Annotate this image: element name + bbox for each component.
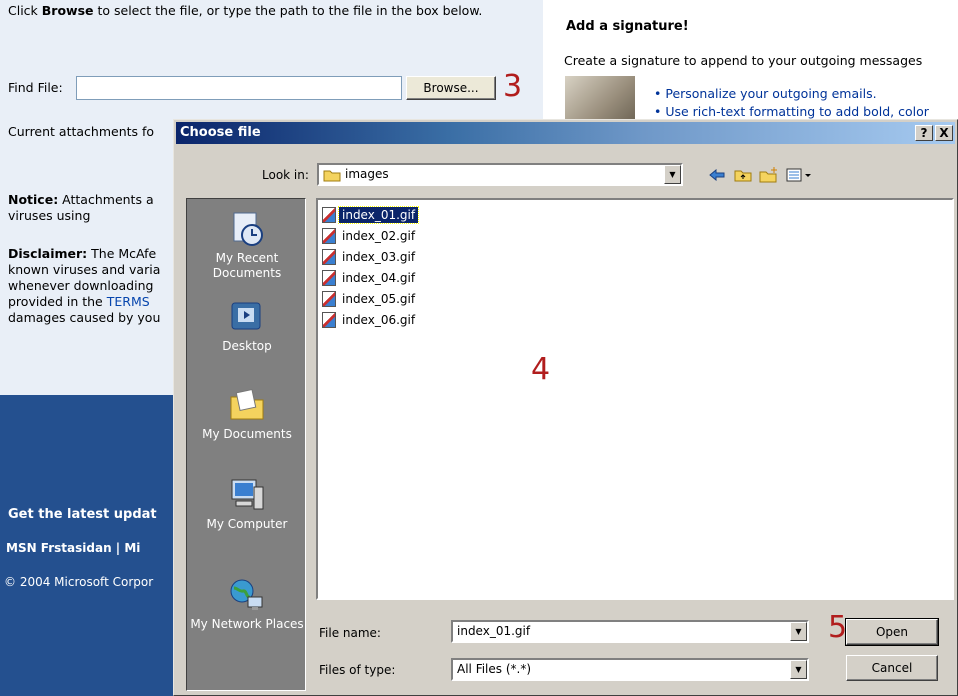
gif-file-icon	[322, 312, 336, 328]
files-of-type-dropdown[interactable]: All Files (*.*) ▼	[451, 658, 809, 681]
clock-icon	[228, 211, 266, 247]
signature-title: Add a signature!	[566, 19, 689, 34]
close-button[interactable]: X	[935, 125, 953, 141]
file-item[interactable]: index_01.gif	[322, 205, 420, 225]
chevron-down-icon[interactable]: ▼	[790, 622, 807, 641]
disclaimer-line2: known viruses and varia	[8, 262, 161, 277]
callout-step-4: 4	[531, 352, 551, 387]
gif-file-icon	[322, 270, 336, 286]
look-in-label: Look in:	[262, 168, 309, 182]
dialog-title: Choose file	[180, 125, 261, 140]
file-item[interactable]: index_02.gif	[322, 226, 418, 246]
chevron-down-icon[interactable]: ▼	[664, 165, 681, 184]
places-desktop[interactable]: Desktop	[187, 299, 307, 354]
signature-promo-image	[565, 76, 635, 122]
callout-step-5: 5	[828, 610, 848, 645]
file-item[interactable]: index_04.gif	[322, 268, 418, 288]
open-button[interactable]: Open	[845, 618, 939, 646]
file-item[interactable]: index_05.gif	[322, 289, 418, 309]
desktop-icon	[228, 299, 266, 335]
attach-instructions: Click Browse to select the file, or type…	[8, 3, 483, 18]
terms-link[interactable]: TERMS	[107, 294, 150, 309]
cancel-button[interactable]: Cancel	[846, 655, 938, 681]
folder-icon	[323, 168, 341, 185]
places-my-network-places[interactable]: My Network Places	[187, 577, 307, 632]
file-name-input[interactable]: index_01.gif ▼	[451, 620, 809, 643]
choose-file-dialog: Choose file ? X Look in: images ▼ My Rec…	[173, 119, 958, 696]
file-name-label: File name:	[319, 626, 381, 640]
files-of-type-label: Files of type:	[319, 663, 396, 677]
up-folder-icon[interactable]	[732, 164, 754, 186]
signature-subtitle: Create a signature to append to your out…	[564, 53, 923, 68]
places-my-computer[interactable]: My Computer	[187, 477, 307, 532]
places-bar: My Recent Documents Desktop My Documents…	[186, 198, 306, 691]
documents-folder-icon	[228, 387, 266, 423]
places-recent-documents[interactable]: My Recent Documents	[187, 211, 307, 281]
signature-bullet[interactable]: • Personalize your outgoing emails.	[654, 86, 877, 101]
footer-updates-link[interactable]: Get the latest updat	[8, 507, 157, 522]
current-attachments-label: Current attachments fo	[8, 124, 155, 139]
file-list[interactable]: index_01.gif index_02.gif index_03.gif i…	[316, 198, 954, 600]
gif-file-icon	[322, 228, 336, 244]
gif-file-icon	[322, 249, 336, 265]
disclaimer-line5: damages caused by you	[8, 310, 161, 325]
find-file-input[interactable]	[76, 76, 402, 100]
file-item[interactable]: index_03.gif	[322, 247, 418, 267]
callout-step-3: 3	[503, 69, 523, 104]
new-folder-icon[interactable]	[758, 164, 780, 186]
browse-button[interactable]: Browse...	[406, 76, 496, 100]
help-button[interactable]: ?	[915, 125, 933, 141]
find-file-label: Find File:	[8, 80, 63, 95]
computer-icon	[228, 477, 266, 513]
file-item[interactable]: index_06.gif	[322, 310, 418, 330]
places-my-documents[interactable]: My Documents	[187, 387, 307, 442]
notice-text: Notice: Attachments a	[8, 192, 154, 207]
back-icon[interactable]	[706, 164, 728, 186]
footer-copyright: © 2004 Microsoft Corpor	[4, 575, 154, 589]
gif-file-icon	[322, 291, 336, 307]
signature-bullet[interactable]: • Use rich-text formatting to add bold, …	[654, 104, 929, 119]
dialog-title-bar[interactable]: Choose file ? X	[176, 122, 955, 144]
view-menu-icon[interactable]	[784, 164, 814, 186]
chevron-down-icon[interactable]: ▼	[790, 660, 807, 679]
gif-file-icon	[322, 207, 336, 223]
look-in-dropdown[interactable]: images ▼	[317, 163, 683, 186]
notice-text-line2: viruses using	[8, 208, 91, 223]
disclaimer-line3: whenever downloading	[8, 278, 154, 293]
disclaimer-text: Disclaimer: The McAfe	[8, 246, 157, 261]
footer-nav-links[interactable]: MSN Frstasidan | Mi	[6, 541, 140, 555]
disclaimer-line4: provided in the TERMS	[8, 294, 150, 309]
look-in-value: images	[345, 167, 389, 181]
network-globe-icon	[228, 577, 266, 613]
